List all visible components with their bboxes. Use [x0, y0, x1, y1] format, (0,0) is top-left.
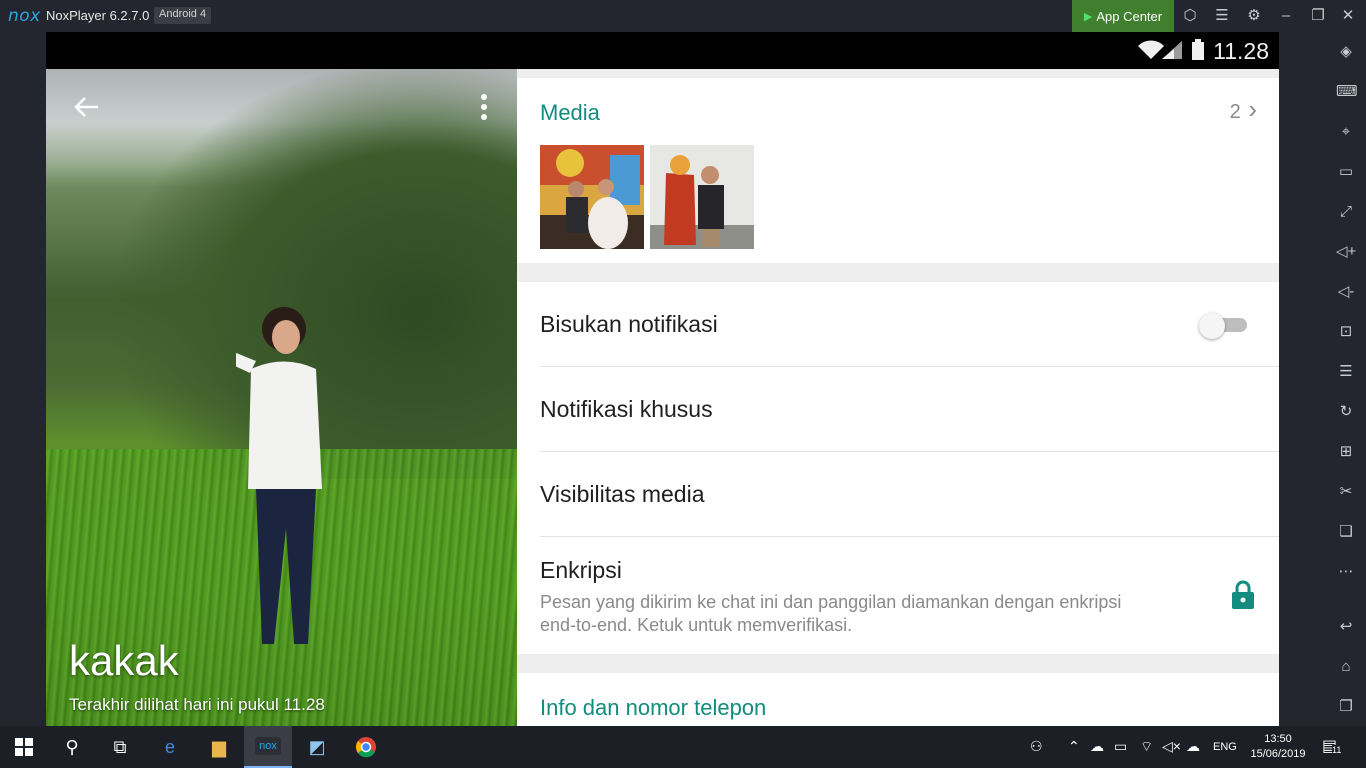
- mute-notifications-toggle[interactable]: [1199, 312, 1247, 339]
- notes-app-icon[interactable]: ◩: [293, 726, 341, 768]
- notification-count: 11: [1332, 745, 1342, 755]
- media-thumbnail[interactable]: [540, 145, 644, 249]
- network-icon[interactable]: ⌔: [1140, 738, 1153, 756]
- minimize-icon[interactable]: –: [1276, 6, 1296, 26]
- nox-taskbar-icon[interactable]: nox: [244, 726, 292, 768]
- contact-name: kakak: [69, 637, 179, 684]
- more-options-icon[interactable]: [474, 93, 494, 123]
- emulator-right-frame: [1279, 32, 1326, 726]
- emulator-title: NoxPlayer 6.2.7.0: [46, 8, 150, 23]
- apk-install-icon[interactable]: ⊞: [1336, 442, 1356, 462]
- android-version-badge: Android 4: [154, 7, 212, 24]
- scissors-icon[interactable]: ✂: [1336, 482, 1356, 502]
- volume-down-icon[interactable]: ◁-: [1336, 282, 1356, 302]
- android-status-bar: 11.28: [46, 32, 1279, 69]
- task-view-icon[interactable]: ⧉: [96, 726, 144, 768]
- emulator-left-frame: [0, 32, 46, 726]
- home-icon[interactable]: ⌂: [1336, 657, 1356, 677]
- restore-icon[interactable]: ❐: [1308, 6, 1328, 26]
- clock-time: 13:50: [1264, 733, 1292, 745]
- upload-icon[interactable]: ☁: [1186, 738, 1200, 755]
- clock-date: 15/06/2019: [1250, 748, 1306, 760]
- custom-notifications-label: Notifikasi khusus: [540, 396, 713, 422]
- media-card: Media 2 ›: [517, 78, 1279, 263]
- chrome-icon[interactable]: [342, 726, 390, 768]
- file-explorer-icon[interactable]: ▆: [195, 726, 243, 768]
- chevron-up-icon[interactable]: ⌃: [1068, 738, 1080, 755]
- windows-taskbar: ⚲ ⧉ e ▆ nox ◩ ⚇ ⌃ ☁ ▭ ⌔ ◁× ☁ ENG 13:50 1…: [0, 726, 1366, 768]
- screen-icon[interactable]: ▭: [1336, 162, 1356, 182]
- recent-apps-icon[interactable]: ❐: [1336, 697, 1356, 717]
- last-seen-text: Terakhir dilihat hari ini pukul 11.28: [69, 695, 325, 714]
- chevron-right-icon: ›: [1248, 94, 1257, 124]
- profile-photo: kakak Terakhir dilihat hari ini pukul 11…: [46, 69, 517, 726]
- emulator-tool-sidebar: ◈ ⌨ ⌖ ▭ ⤢ ◁+ ◁- ⊡ ☰ ↻ ⊞ ✂ ❏ ⋯ ↩ ⌂ ❐: [1326, 32, 1366, 726]
- keyboard-icon[interactable]: ⌨: [1336, 82, 1358, 102]
- media-thumbnail[interactable]: [650, 145, 754, 249]
- mute-notifications-label: Bisukan notifikasi: [540, 311, 718, 337]
- mute-notifications-row[interactable]: Bisukan notifikasi: [540, 282, 1279, 367]
- more-icon[interactable]: ⋯: [1336, 562, 1356, 582]
- location-icon[interactable]: ⌖: [1336, 122, 1356, 142]
- info-phone-card: Info dan nomor telepon: [517, 673, 1279, 726]
- media-count: 2: [1229, 101, 1241, 123]
- contact-details-panel: Media 2 › Bisukan notifikasi Notifikasi …: [517, 69, 1279, 726]
- menu-icon[interactable]: ☰: [1212, 6, 1232, 26]
- battery-icon: [1192, 39, 1204, 60]
- rotate-icon[interactable]: ◈: [1336, 42, 1356, 62]
- encryption-label: Enkripsi: [540, 557, 622, 583]
- search-icon[interactable]: ⚲: [48, 726, 96, 768]
- media-visibility-label: Visibilitas media: [540, 481, 705, 507]
- battery-tray-icon[interactable]: ▭: [1114, 738, 1127, 755]
- chat-settings-card: Bisukan notifikasi Notifikasi khusus Vis…: [517, 282, 1279, 654]
- back-icon[interactable]: ↩: [1336, 617, 1356, 637]
- media-visibility-row[interactable]: Visibilitas media: [540, 452, 1279, 537]
- volume-up-icon[interactable]: ◁+: [1336, 242, 1356, 262]
- custom-notifications-row[interactable]: Notifikasi khusus: [540, 367, 1279, 452]
- person-figure: [236, 307, 322, 644]
- status-time: 11.28: [1213, 38, 1269, 64]
- shirt-icon[interactable]: ⬡: [1180, 6, 1200, 26]
- screenshot-icon[interactable]: ⊡: [1336, 322, 1356, 342]
- media-count-link[interactable]: 2 ›: [1229, 96, 1257, 124]
- play-icon: ▶: [1083, 10, 1093, 23]
- info-phone-title: Info dan nomor telepon: [540, 695, 767, 720]
- volume-muted-icon[interactable]: ◁×: [1162, 738, 1181, 755]
- gear-icon[interactable]: ⚙: [1244, 6, 1264, 26]
- sync-icon[interactable]: ↻: [1336, 402, 1356, 422]
- multi-instance-icon[interactable]: ❏: [1336, 522, 1356, 542]
- emulator-title-bar: nox NoxPlayer 6.2.7.0 Android 4 ▶ App Ce…: [0, 0, 1366, 32]
- android-screen: 11.28 kakak Terakhir dilihat hari ini pu…: [46, 32, 1279, 726]
- media-title[interactable]: Media: [540, 100, 600, 126]
- language-indicator[interactable]: ENG: [1213, 741, 1237, 753]
- windows-start-icon[interactable]: [0, 726, 48, 768]
- back-arrow-icon[interactable]: [72, 93, 102, 123]
- action-center-icon[interactable]: ▤ 11: [1322, 736, 1342, 756]
- taskbar-clock[interactable]: 13:50 15/06/2019: [1242, 732, 1314, 762]
- encryption-row[interactable]: Enkripsi Pesan yang dikirim ke chat ini …: [540, 537, 1279, 654]
- app-center-label: App Center: [1096, 8, 1163, 24]
- app-center-button[interactable]: ▶ App Center: [1072, 0, 1174, 32]
- shake-icon[interactable]: ☰: [1336, 362, 1356, 382]
- encryption-description: Pesan yang dikirim ke chat ini dan pangg…: [540, 592, 1122, 635]
- edge-browser-icon[interactable]: e: [146, 726, 194, 768]
- nox-logo: nox: [8, 6, 41, 26]
- people-icon[interactable]: ⚇: [1030, 738, 1043, 755]
- signal-icon: [1162, 41, 1182, 59]
- cloud-icon[interactable]: ☁: [1090, 738, 1104, 755]
- close-icon[interactable]: ✕: [1338, 6, 1358, 26]
- lock-icon: [1232, 580, 1254, 609]
- fullscreen-icon[interactable]: ⤢: [1336, 202, 1356, 222]
